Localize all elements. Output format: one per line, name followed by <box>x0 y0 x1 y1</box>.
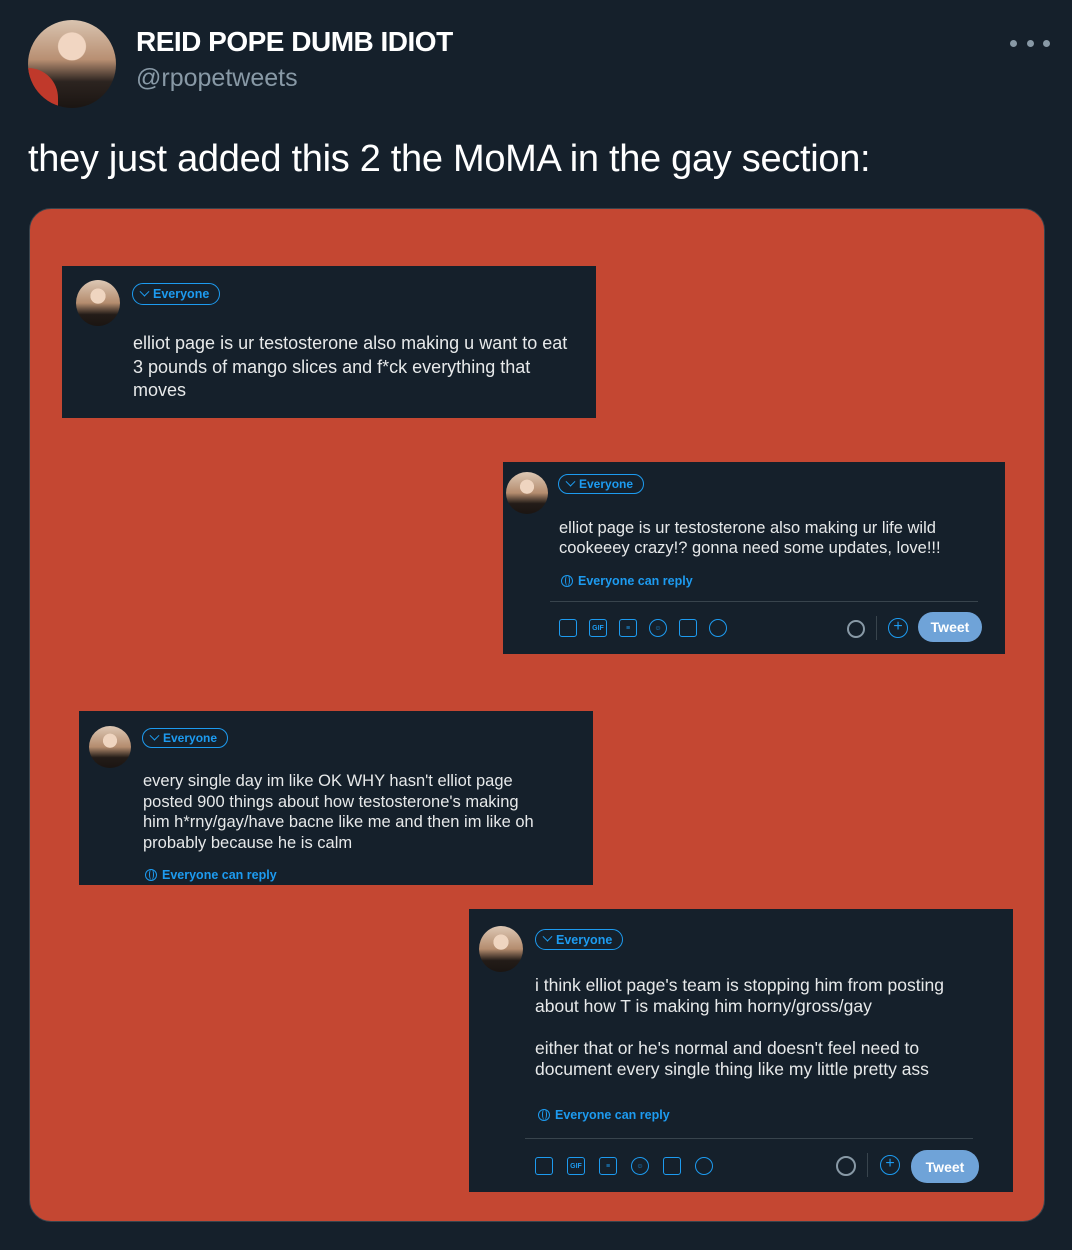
more-options-icon[interactable] <box>1010 34 1050 52</box>
gif-icon: GIF <box>567 1157 585 1175</box>
composer-text: i think elliot page's team is stopping h… <box>535 975 944 1079</box>
audience-selector: Everyone <box>558 474 645 494</box>
composer-screenshot-1: Everyone elliot page is ur testosterone … <box>62 266 596 418</box>
composer-avatar <box>76 280 120 326</box>
schedule-icon <box>679 619 697 637</box>
composer-avatar <box>89 726 131 768</box>
author-name[interactable]: REID POPE DUMB IDIOT <box>136 26 453 58</box>
add-tweet-icon: + <box>880 1155 900 1175</box>
reply-setting: Everyone can reply <box>561 574 693 588</box>
tweet-button: Tweet <box>918 612 982 642</box>
emoji-icon: ☺ <box>631 1157 649 1175</box>
composer-screenshot-3: Everyone every single day im like OK WHY… <box>79 711 593 885</box>
globe-icon <box>145 869 157 881</box>
composer-toolbar: GIF ≡ ☺ <box>535 1157 713 1175</box>
audience-selector: Everyone <box>142 728 229 748</box>
author-avatar[interactable] <box>28 20 116 108</box>
reply-setting-label: Everyone can reply <box>162 868 277 882</box>
globe-icon <box>538 1109 550 1121</box>
composer-text: elliot page is ur testosterone also maki… <box>133 333 568 400</box>
chevron-down-icon <box>139 286 150 297</box>
poll-icon: ≡ <box>599 1157 617 1175</box>
audience-label: Everyone <box>163 731 218 745</box>
reply-setting-label: Everyone can reply <box>578 574 693 588</box>
gif-icon: GIF <box>589 619 607 637</box>
composer-text: elliot page is ur testosterone also maki… <box>559 519 941 557</box>
reply-setting-label: Everyone can reply <box>555 1108 670 1122</box>
emoji-icon: ☺ <box>649 619 667 637</box>
toolbar-separator <box>876 616 877 640</box>
tweet-button: Tweet <box>911 1150 979 1183</box>
schedule-icon <box>663 1157 681 1175</box>
image-icon <box>535 1157 553 1175</box>
audience-label: Everyone <box>556 932 613 947</box>
divider <box>550 601 978 602</box>
composer-avatar <box>506 472 548 514</box>
audience-label: Everyone <box>579 477 634 491</box>
tweet-media-image[interactable]: Everyone elliot page is ur testosterone … <box>29 208 1045 1222</box>
composer-text: every single day im like OK WHY hasn't e… <box>143 772 534 852</box>
composer-toolbar: GIF ≡ ☺ <box>559 619 727 637</box>
location-icon <box>695 1157 713 1175</box>
reply-setting: Everyone can reply <box>538 1108 670 1122</box>
audience-label: Everyone <box>153 287 210 301</box>
chevron-down-icon <box>542 931 553 942</box>
reply-setting: Everyone can reply <box>145 868 277 882</box>
add-tweet-icon: + <box>888 618 908 638</box>
composer-screenshot-4: Everyone i think elliot page's team is s… <box>469 909 1013 1192</box>
audience-selector: Everyone <box>535 929 624 950</box>
audience-selector: Everyone <box>132 283 221 305</box>
tweet-text: they just added this 2 the MoMA in the g… <box>28 138 871 180</box>
divider <box>525 1138 973 1139</box>
globe-icon <box>561 575 573 587</box>
composer-avatar <box>479 926 523 972</box>
toolbar-separator <box>867 1153 868 1177</box>
author-handle[interactable]: @rpopetweets <box>136 64 298 93</box>
location-icon <box>709 619 727 637</box>
image-icon <box>559 619 577 637</box>
chevron-down-icon <box>149 730 160 741</box>
poll-icon: ≡ <box>619 619 637 637</box>
character-counter <box>836 1156 856 1176</box>
composer-screenshot-2: Everyone elliot page is ur testosterone … <box>503 462 1005 654</box>
chevron-down-icon <box>565 476 576 487</box>
character-counter <box>847 620 865 638</box>
